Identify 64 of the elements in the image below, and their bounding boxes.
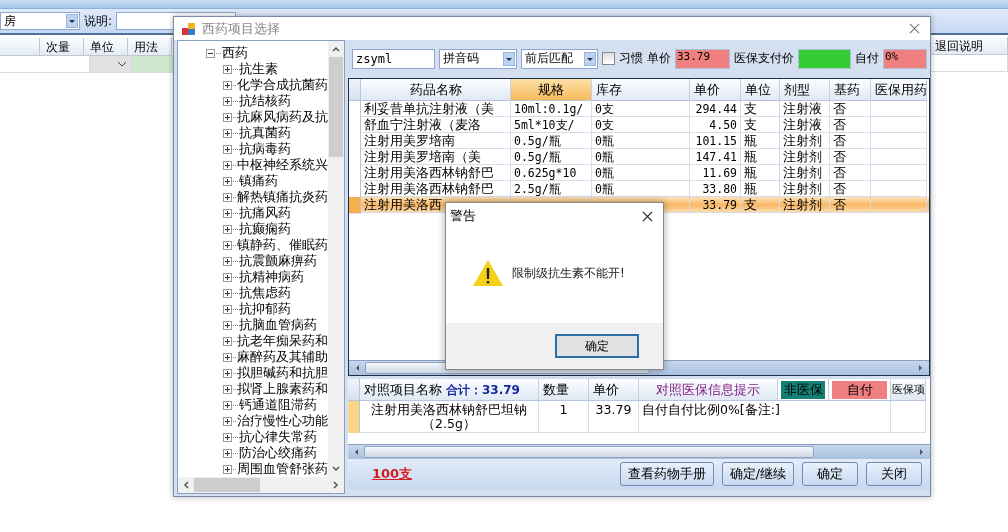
table-cell: 瓶 <box>741 165 780 181</box>
table-cell: 0支 <box>592 117 690 133</box>
total-amount: 合计：33.79 <box>446 381 520 399</box>
column-header: 次量 <box>40 38 84 56</box>
table-cell: 0.5g/瓶 <box>511 133 592 149</box>
table-cell: 利妥昔单抗注射液（美 <box>361 101 511 117</box>
table-cell: 4.50 <box>690 117 741 133</box>
table-cell: 注射剂 <box>780 133 830 149</box>
column-header: 退回说明 <box>929 37 1008 55</box>
price-label: 单价 <box>647 50 671 67</box>
table-cell: 瓶 <box>741 133 780 149</box>
table-cell: 注射用美罗培南（美 <box>361 149 511 165</box>
table-cell: 注射用美洛西林钠舒巴坦钠（2.5g） <box>360 401 539 433</box>
column-header: 对照项目名称 <box>364 380 442 399</box>
table-cell: 101.15 <box>690 133 741 149</box>
table-cell: 否 <box>830 149 871 165</box>
table-cell: 否 <box>830 197 871 213</box>
column-header: 医保项 <box>891 379 926 401</box>
alert-message: 限制级抗生素不能开! <box>512 264 625 282</box>
table-cell: 147.41 <box>690 149 741 165</box>
table-cell: 支 <box>741 197 780 213</box>
table-cell: 注射剂 <box>780 197 830 213</box>
note-label: 说明: <box>84 12 113 30</box>
table-cell: 0.625g*10 <box>511 165 592 181</box>
table-cell: 注射用美洛西林钠舒巴 <box>361 165 511 181</box>
table-cell: 33.79 <box>589 401 639 433</box>
table-cell: 0.5g/瓶 <box>511 149 592 165</box>
legend-tag: 非医保 <box>781 380 825 399</box>
table-cell: 否 <box>830 117 871 133</box>
column-header: 数量 <box>539 379 589 401</box>
table-cell: 否 <box>830 133 871 149</box>
table-cell: 0瓶 <box>592 165 690 181</box>
table-cell: 11.69 <box>690 165 741 181</box>
table-cell: 33.79 <box>690 197 741 213</box>
table-cell: 舒血宁注射液（麦洛 <box>361 117 511 133</box>
table-cell: 支 <box>741 101 780 117</box>
habit-label: 习惯 <box>619 50 643 67</box>
table-cell: 否 <box>830 101 871 117</box>
table-cell: 注射液 <box>780 117 830 133</box>
legend-tag: 自付 <box>832 380 887 399</box>
insurance-price-label: 医保支付价 <box>734 50 794 67</box>
table-cell: 注射剂 <box>780 165 830 181</box>
column-header: 单价 <box>589 379 639 401</box>
table-cell: 注射用美罗培南 <box>361 133 511 149</box>
table-cell: 否 <box>830 165 871 181</box>
table-cell: 0瓶 <box>592 149 690 165</box>
table-cell: 10ml:0.1g/ <box>511 101 592 117</box>
table-cell: 0支 <box>592 101 690 117</box>
self-pay-field: 0% <box>883 48 927 69</box>
window-title: 西药项目选择 <box>202 19 281 38</box>
table-cell: 0瓶 <box>592 133 690 149</box>
table-cell: 5ml*10支/ <box>511 117 592 133</box>
table-cell: 注射液 <box>780 101 830 117</box>
price-field: 33.79 <box>675 48 730 69</box>
table-cell: 瓶 <box>741 149 780 165</box>
table-cell: 注射剂 <box>780 149 830 165</box>
table-cell: 支 <box>741 117 780 133</box>
table-cell: 294.44 <box>690 101 741 117</box>
table-cell: 1 <box>539 401 589 433</box>
self-pay-label: 自付 <box>855 50 879 67</box>
column-header: 单位 <box>84 38 128 56</box>
column-header: 对照医保信息提示 <box>639 379 778 401</box>
table-cell: 自付自付比例0%[备注:] <box>639 401 891 433</box>
column-header: 用法 <box>128 38 172 56</box>
